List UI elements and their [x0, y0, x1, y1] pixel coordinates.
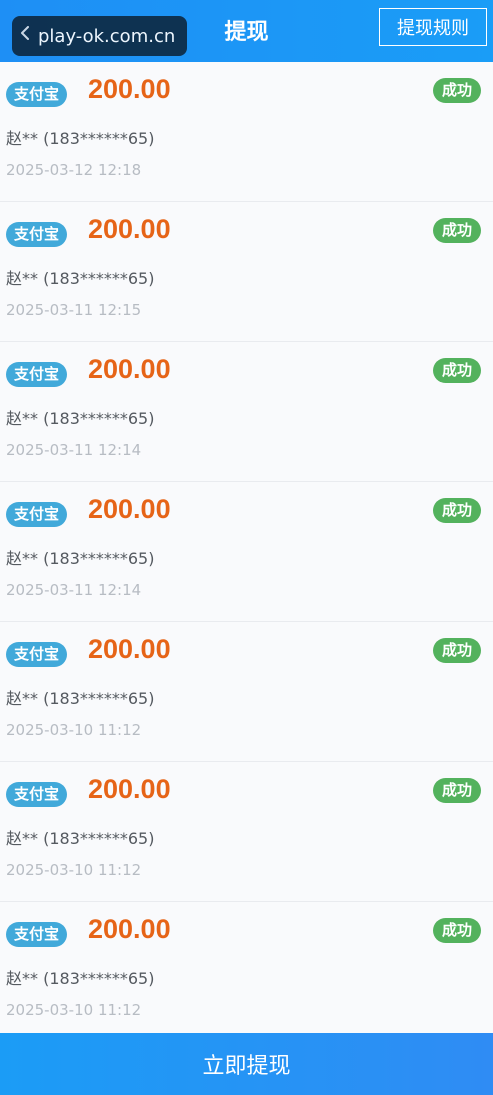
account-info: 赵** (183******65): [6, 409, 155, 428]
withdraw-amount: 200.00: [88, 494, 171, 524]
payment-method-badge: 支付宝: [6, 362, 68, 387]
withdraw-rules-button[interactable]: 提现规则: [379, 8, 487, 46]
account-info: 赵** (183******65): [6, 269, 155, 288]
withdraw-record: 支付宝 200.00 成功 赵** (183******65) 2025-03-…: [0, 202, 493, 342]
top-bar: play-ok.com.cn 提现 提现规则: [0, 0, 493, 62]
record-time: 2025-03-10 11:12: [6, 721, 142, 739]
record-time: 2025-03-12 12:18: [6, 161, 142, 179]
account-info: 赵** (183******65): [6, 829, 155, 848]
account-info: 赵** (183******65): [6, 129, 155, 148]
account-info: 赵** (183******65): [6, 689, 155, 708]
record-time: 2025-03-11 12:14: [6, 581, 142, 599]
status-badge: 成功: [432, 638, 481, 663]
status-badge: 成功: [432, 218, 481, 243]
withdraw-record: 支付宝 200.00 成功 赵** (183******65) 2025-03-…: [0, 762, 493, 902]
withdraw-record: 支付宝 200.00 成功 赵** (183******65) 2025-03-…: [0, 62, 493, 202]
withdraw-record: 支付宝 200.00 成功 赵** (183******65) 2025-03-…: [0, 342, 493, 482]
record-time: 2025-03-10 11:12: [6, 861, 142, 879]
withdraw-amount: 200.00: [88, 634, 171, 664]
withdraw-record: 支付宝 200.00 成功 赵** (183******65) 2025-03-…: [0, 482, 493, 622]
record-time: 2025-03-10 11:12: [6, 1001, 142, 1019]
account-info: 赵** (183******65): [6, 969, 155, 988]
withdraw-record-list: 支付宝 200.00 成功 赵** (183******65) 2025-03-…: [0, 62, 493, 1042]
withdraw-amount: 200.00: [88, 214, 171, 244]
status-badge: 成功: [432, 918, 481, 943]
withdraw-amount: 200.00: [88, 914, 171, 944]
withdraw-amount: 200.00: [88, 74, 171, 104]
payment-method-badge: 支付宝: [6, 502, 68, 527]
withdraw-record: 支付宝 200.00 成功 赵** (183******65) 2025-03-…: [0, 622, 493, 762]
payment-method-badge: 支付宝: [6, 782, 68, 807]
record-time: 2025-03-11 12:15: [6, 301, 142, 319]
status-badge: 成功: [432, 498, 481, 523]
status-badge: 成功: [432, 358, 481, 383]
withdraw-amount: 200.00: [88, 774, 171, 804]
payment-method-badge: 支付宝: [6, 222, 68, 247]
withdraw-amount: 200.00: [88, 354, 171, 384]
payment-method-badge: 支付宝: [6, 642, 68, 667]
payment-method-badge: 支付宝: [6, 82, 68, 107]
status-badge: 成功: [432, 778, 481, 803]
withdraw-now-button[interactable]: 立即提现: [0, 1033, 493, 1095]
withdraw-record: 支付宝 200.00 成功 赵** (183******65) 2025-03-…: [0, 902, 493, 1042]
account-info: 赵** (183******65): [6, 549, 155, 568]
payment-method-badge: 支付宝: [6, 922, 68, 947]
status-badge: 成功: [432, 78, 481, 103]
record-time: 2025-03-11 12:14: [6, 441, 142, 459]
